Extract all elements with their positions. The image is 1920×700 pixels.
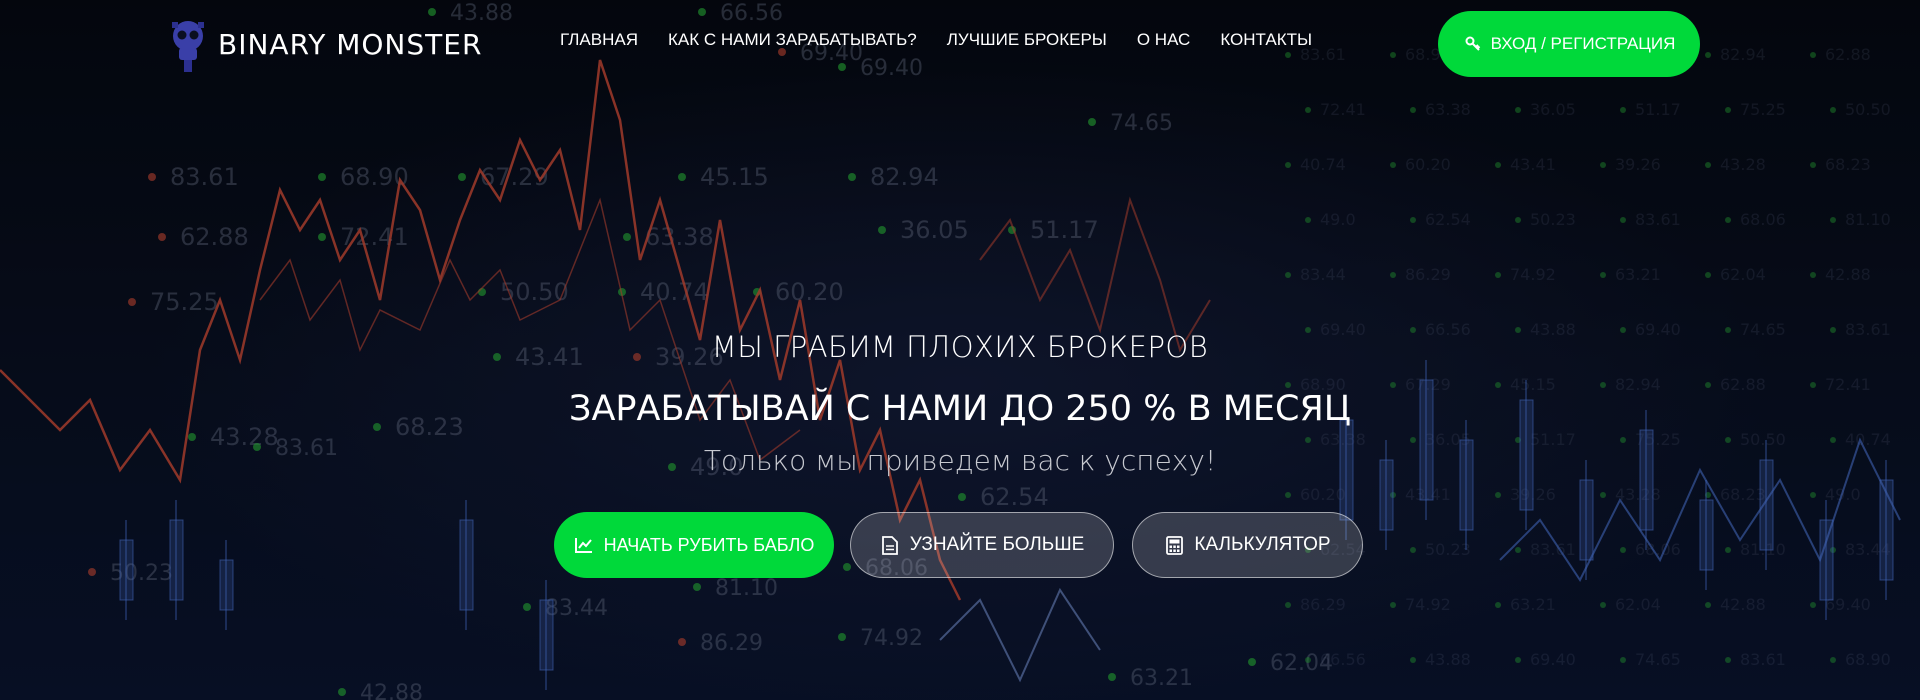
login-register-button[interactable]: ВХОД / РЕГИСТРАЦИЯ — [1438, 11, 1700, 77]
hero-subtitle: МЫ ГРАБИМ ПЛОХИХ БРОКЕРОВ — [711, 330, 1209, 364]
nav-item-home[interactable]: ГЛАВНАЯ — [560, 30, 638, 50]
calculator-icon — [1164, 535, 1184, 555]
key-icon — [1463, 34, 1483, 54]
document-icon — [880, 535, 900, 555]
brand-logo[interactable]: BINARY MONSTER — [168, 14, 482, 74]
login-register-label: ВХОД / РЕГИСТРАЦИЯ — [1490, 34, 1676, 53]
start-earning-label: НАЧАТЬ РУБИТЬ БАБЛО — [603, 534, 815, 555]
nav-item-best-brokers[interactable]: ЛУЧШИЕ БРОКЕРЫ — [947, 30, 1107, 50]
learn-more-button[interactable]: УЗНАЙТЕ БОЛЬШЕ — [850, 512, 1114, 578]
line-chart-icon — [574, 535, 594, 555]
skull-logo-icon — [172, 21, 204, 72]
calculator-button[interactable]: КАЛЬКУЛЯТОР — [1132, 512, 1363, 578]
brand-name: BINARY MONSTER — [218, 27, 483, 61]
nav-item-how-to-earn[interactable]: КАК С НАМИ ЗАРАБАТЫВАТЬ? — [668, 30, 917, 50]
start-earning-button[interactable]: НАЧАТЬ РУБИТЬ БАБЛО — [554, 512, 834, 578]
hero-tagline: Только мы приведем вас к успеху! — [703, 444, 1217, 477]
learn-more-label: УЗНАЙТЕ БОЛЬШЕ — [909, 534, 1085, 555]
main-nav: ГЛАВНАЯ КАК С НАМИ ЗАРАБАТЫВАТЬ? ЛУЧШИЕ … — [560, 30, 1312, 50]
calculator-label: КАЛЬКУЛЯТОР — [1194, 534, 1331, 555]
nav-item-contacts[interactable]: КОНТАКТЫ — [1220, 30, 1312, 50]
hero-title: ЗАРАБАТЫВАЙ С НАМИ ДО 250 % В МЕСЯЦ — [569, 389, 1351, 429]
hero-section: 83.61 68.90 67.29 45.15 82.94 62.88 72.41 63.38… — [0, 0, 1920, 700]
nav-item-about[interactable]: О НАС — [1137, 30, 1190, 50]
